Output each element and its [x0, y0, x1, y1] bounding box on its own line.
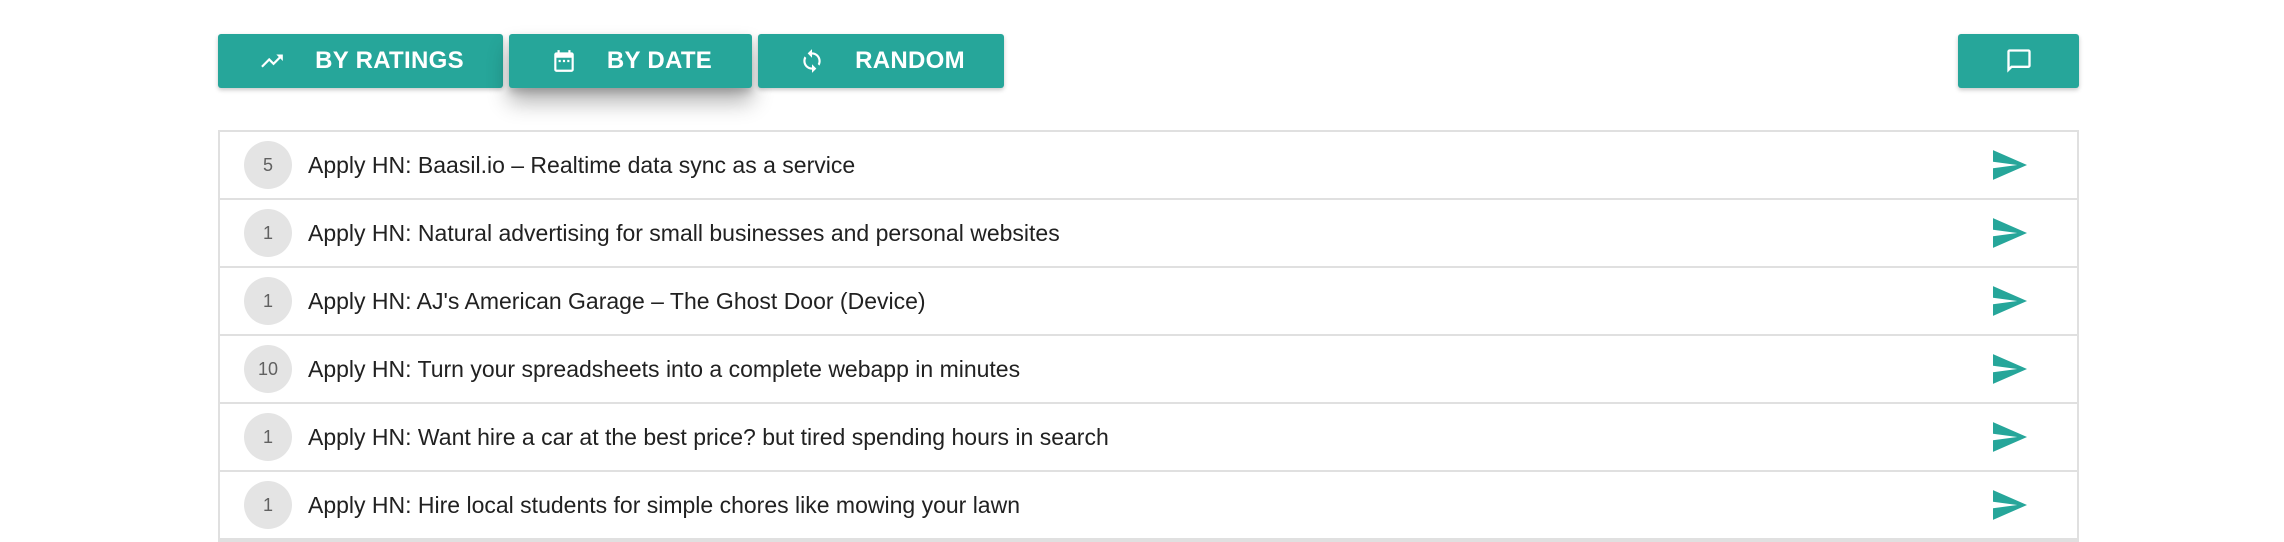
refresh-icon [797, 46, 827, 76]
send-icon[interactable] [1993, 150, 2027, 180]
vote-count-badge: 1 [244, 277, 292, 325]
comment-button[interactable] [1958, 34, 2079, 88]
by-date-button[interactable]: BY DATE [509, 34, 752, 88]
story-title[interactable]: Apply HN: Natural advertising for small … [308, 220, 1060, 247]
by-ratings-button[interactable]: BY RATINGS [218, 34, 503, 88]
comment-icon [2004, 46, 2034, 76]
send-icon[interactable] [1993, 286, 2027, 316]
list-item[interactable]: 1 Apply HN: Want hire a car at the best … [220, 404, 2077, 472]
list-item[interactable]: 5 Apply HN: Baasil.io – Realtime data sy… [220, 132, 2077, 200]
story-title[interactable]: Apply HN: Want hire a car at the best pr… [308, 424, 1109, 451]
list-item[interactable]: 1 Apply HN: Hire local students for simp… [220, 472, 2077, 540]
random-label: RANDOM [855, 47, 965, 74]
vote-count-badge: 5 [244, 141, 292, 189]
list-item[interactable]: 1 Apply HN: Natural advertising for smal… [220, 200, 2077, 268]
list-item[interactable]: 1 Apply HN: AJ's American Garage – The G… [220, 268, 2077, 336]
send-icon[interactable] [1993, 218, 2027, 248]
story-title[interactable]: Apply HN: AJ's American Garage – The Gho… [308, 288, 926, 315]
send-icon[interactable] [1993, 422, 2027, 452]
list-item[interactable]: 10 Apply HN: Turn your spreadsheets into… [220, 336, 2077, 404]
story-title[interactable]: Apply HN: Turn your spreadsheets into a … [308, 356, 1020, 383]
random-button[interactable]: RANDOM [758, 34, 1004, 88]
vote-count-badge: 1 [244, 481, 292, 529]
vote-count-badge: 1 [244, 413, 292, 461]
by-date-label: BY DATE [606, 47, 713, 74]
calendar-icon [549, 46, 579, 76]
by-ratings-label: BY RATINGS [315, 47, 464, 74]
story-list: 5 Apply HN: Baasil.io – Realtime data sy… [218, 130, 2079, 542]
send-icon[interactable] [1993, 354, 2027, 384]
vote-count-badge: 10 [244, 345, 292, 393]
trending-up-icon [257, 46, 287, 76]
vote-count-badge: 1 [244, 209, 292, 257]
send-icon[interactable] [1993, 490, 2027, 520]
story-title[interactable]: Apply HN: Baasil.io – Realtime data sync… [308, 152, 855, 179]
story-title[interactable]: Apply HN: Hire local students for simple… [308, 492, 1020, 519]
